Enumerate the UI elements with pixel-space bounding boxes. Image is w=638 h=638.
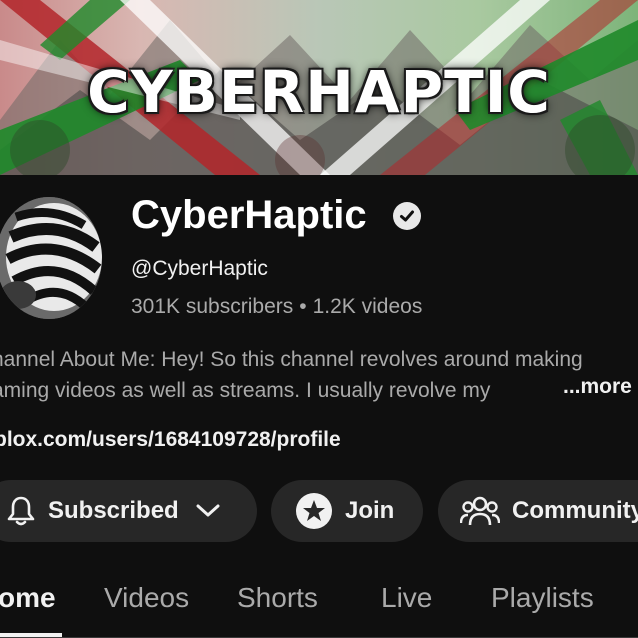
tab-live[interactable]: Live <box>381 582 432 614</box>
community-people-icon <box>460 494 500 528</box>
channel-banner: CYBERHAPTIC <box>0 0 638 175</box>
community-button[interactable]: Community <box>438 480 638 542</box>
tab-playlists[interactable]: Playlists <box>491 582 594 614</box>
channel-avatar[interactable] <box>0 197 102 319</box>
tab-videos[interactable]: Videos <box>104 582 189 614</box>
star-badge-icon <box>295 492 333 530</box>
channel-description[interactable]: hannel About Me: Hey! So this channel re… <box>0 344 638 406</box>
chevron-down-icon <box>195 503 221 519</box>
tab-shorts[interactable]: Shorts <box>237 582 318 614</box>
avatar-image <box>0 197 102 319</box>
bell-icon <box>6 495 36 527</box>
channel-name: CyberHaptic <box>131 193 367 237</box>
video-count: 1.2K videos <box>312 295 423 318</box>
join-button[interactable]: Join <box>271 480 423 542</box>
banner-logo-text: CYBERHAPTIC <box>87 58 551 126</box>
verified-check-icon <box>393 202 421 230</box>
channel-external-link[interactable]: blox.com/users/1684109728/profile <box>0 428 341 452</box>
join-label: Join <box>345 497 395 524</box>
subscribed-button[interactable]: Subscribed <box>0 480 257 542</box>
description-line-2: aming videos as well as streams. I usual… <box>0 379 491 402</box>
channel-tabs: ome Videos Shorts Live Playlists <box>0 570 638 638</box>
community-label: Community <box>512 497 638 524</box>
channel-stats: 301K subscribers • 1.2K videos <box>131 295 422 319</box>
description-more-link[interactable]: ...more <box>545 375 632 399</box>
subscribed-label: Subscribed <box>48 497 179 524</box>
description-line-1: hannel About Me: Hey! So this channel re… <box>0 348 583 371</box>
stats-separator: • <box>299 295 307 318</box>
subscriber-count: 301K subscribers <box>131 295 294 318</box>
channel-handle: @CyberHaptic <box>131 257 268 280</box>
tab-home[interactable]: ome <box>0 582 56 614</box>
